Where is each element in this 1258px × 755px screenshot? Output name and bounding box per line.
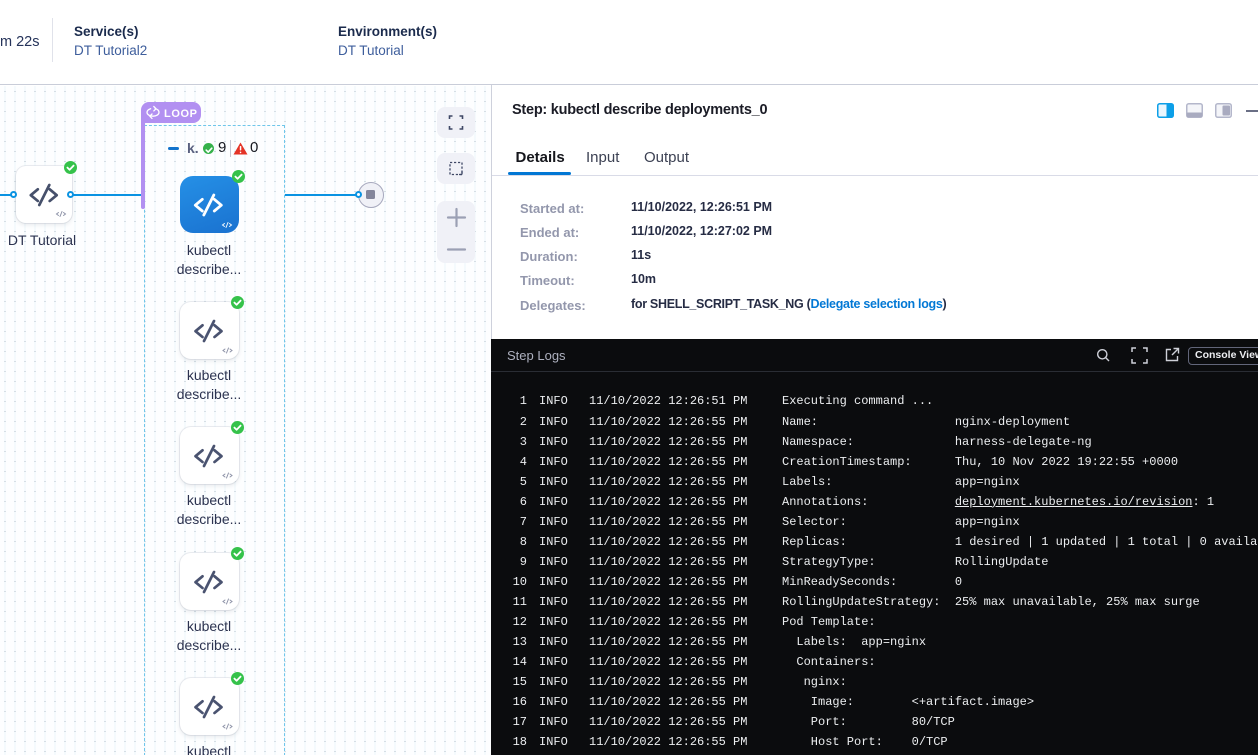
svg-text:LOOP: LOOP bbox=[164, 108, 198, 120]
